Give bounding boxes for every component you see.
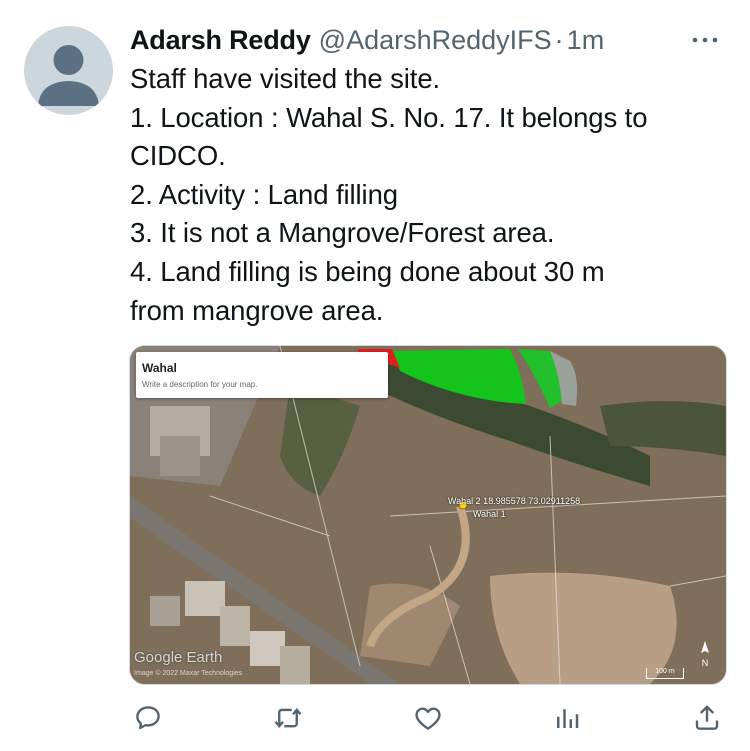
retweet-icon bbox=[274, 708, 302, 728]
tweet-actions bbox=[130, 700, 725, 736]
tweet-line: 1. Location : Wahal S. No. 17. It belong… bbox=[130, 101, 648, 133]
pin-label: Wahal 1 bbox=[473, 509, 506, 519]
more-horizontal-icon[interactable] bbox=[688, 28, 722, 52]
google-earth-logo: Google Earth bbox=[134, 649, 223, 666]
compass-icon: N bbox=[701, 641, 709, 668]
tweet-image[interactable]: Wahal Write a description for your map. … bbox=[129, 345, 727, 685]
image-credit: Image © 2022 Maxar Technologies bbox=[134, 670, 243, 677]
reply-icon bbox=[136, 706, 160, 730]
author-name[interactable]: Adarsh Reddy bbox=[130, 25, 311, 56]
svg-text:N: N bbox=[702, 658, 709, 668]
share-button[interactable] bbox=[689, 700, 725, 736]
map-description: Write a description for your map. bbox=[142, 380, 258, 389]
analytics-icon bbox=[557, 709, 579, 728]
map-info-card: Wahal Write a description for your map. bbox=[136, 352, 388, 398]
tweet-text: Staff have visited the site. 1. Location… bbox=[130, 60, 730, 330]
tweet-line: 3. It is not a Mangrove/Forest area. bbox=[130, 217, 555, 249]
views-button[interactable] bbox=[549, 700, 585, 736]
retweet-button[interactable] bbox=[270, 700, 306, 736]
pin-label: Wahal 2 18.985578 73.02911258 bbox=[448, 496, 581, 506]
author-handle[interactable]: @AdarshReddyIFS bbox=[319, 25, 552, 56]
map-scale: 100 m bbox=[646, 668, 684, 679]
default-profile-icon bbox=[38, 45, 99, 106]
tweet-line: 2. Activity : Land filling bbox=[130, 178, 398, 210]
tweet-time[interactable]: 1m bbox=[567, 25, 605, 56]
map-title: Wahal bbox=[142, 361, 177, 375]
tweet-line: Staff have visited the site. bbox=[130, 63, 441, 94]
heart-icon bbox=[414, 707, 441, 730]
tweet-line: CIDCO. bbox=[130, 140, 226, 172]
like-button[interactable] bbox=[410, 700, 446, 736]
tweet-line: 4. Land filling is being done about 30 m bbox=[130, 255, 605, 287]
separator-dot: · bbox=[554, 24, 564, 55]
share-icon bbox=[695, 705, 719, 730]
reply-button[interactable] bbox=[130, 700, 166, 736]
tweet-line: from mangrove area. bbox=[130, 294, 384, 326]
tweet-header: Adarsh Reddy @AdarshReddyIFS · 1m bbox=[130, 22, 730, 58]
avatar[interactable] bbox=[24, 26, 113, 115]
